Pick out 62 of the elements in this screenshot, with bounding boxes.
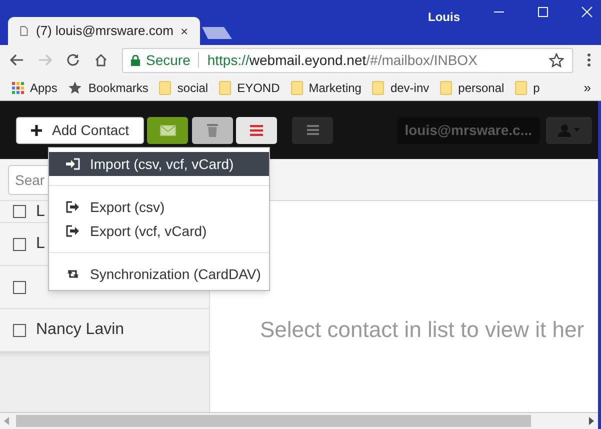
empty-state-message: Select contact in list to view it her [260, 317, 584, 342]
horizontal-scrollbar[interactable] [0, 412, 598, 429]
delete-button[interactable] [192, 116, 234, 144]
contact-name[interactable]: L [36, 232, 45, 256]
menu-icon [306, 125, 319, 135]
apps-icon [12, 82, 24, 94]
bookmark-item[interactable]: dev-inv [372, 78, 430, 96]
retweet-icon [66, 268, 80, 280]
arrow-left-icon [4, 417, 9, 425]
checkbox[interactable] [13, 324, 26, 336]
home-icon[interactable] [94, 53, 108, 67]
checkbox[interactable] [13, 238, 26, 250]
bookmark-item[interactable]: Bookmarks [68, 78, 148, 96]
contact-name[interactable]: L [36, 200, 45, 224]
menu-item[interactable]: Export (vcf, vCard) [49, 219, 269, 243]
menu-button[interactable] [236, 116, 278, 144]
sign-in-icon [66, 158, 80, 170]
back-icon[interactable] [10, 54, 24, 66]
folder-icon [372, 80, 384, 94]
browser-tab[interactable]: (7) louis@mrsware.com [8, 17, 200, 45]
close-icon[interactable] [181, 26, 188, 36]
sign-out-icon [66, 201, 80, 213]
profile-name[interactable]: Louis [428, 8, 460, 26]
star-icon[interactable] [549, 52, 564, 68]
bookmark-item[interactable]: Marketing [290, 78, 362, 96]
reload-icon[interactable] [66, 53, 80, 67]
star-icon [68, 80, 82, 94]
new-tab-icon[interactable] [202, 27, 232, 39]
plus-icon [31, 124, 42, 136]
tab-title: (7) louis@mrsware.com [36, 22, 174, 40]
add-contact-button[interactable]: Add Contact [16, 116, 144, 144]
folder-icon [440, 80, 452, 94]
checkbox[interactable] [13, 280, 26, 294]
email-button[interactable] [147, 116, 188, 144]
folder-icon [219, 80, 232, 94]
more-bookmarks-button[interactable]: » [584, 78, 591, 98]
address-field[interactable]: Secure https://webmail.eyond.net/#/mailbox/INBOX [122, 48, 573, 72]
menu-item[interactable]: Import (csv, vcf, vCard) [49, 152, 269, 176]
user-icon [558, 124, 571, 136]
account-label: louis@mrsware.c... [396, 116, 540, 144]
maximize-icon[interactable] [537, 6, 549, 18]
bookmark-item[interactable]: p [515, 78, 540, 96]
page-icon [20, 24, 28, 38]
more-icon[interactable] [587, 53, 591, 67]
sign-out-icon [66, 225, 80, 237]
bookmark-item[interactable]: personal [440, 78, 504, 96]
bookmark-item[interactable]: social [159, 78, 208, 96]
checkbox[interactable] [13, 205, 26, 218]
arrow-right-icon [589, 417, 594, 425]
menu-icon [250, 124, 264, 136]
folder-icon [159, 80, 172, 94]
bookmark-item[interactable]: EYOND [219, 78, 280, 96]
envelope-icon [160, 124, 176, 136]
folder-icon [515, 80, 528, 94]
url-text: https://webmail.eyond.net/#/mailbox/INBOX [207, 50, 478, 70]
bookmark-item[interactable]: Apps [12, 78, 58, 96]
menu-item[interactable]: Synchronization (CardDAV) [49, 262, 269, 286]
secure-label: Secure [146, 50, 190, 70]
trash-icon [207, 123, 218, 137]
lock-icon [131, 54, 140, 66]
menu-item[interactable]: Export (csv) [49, 195, 269, 219]
folder-icon [290, 80, 303, 94]
